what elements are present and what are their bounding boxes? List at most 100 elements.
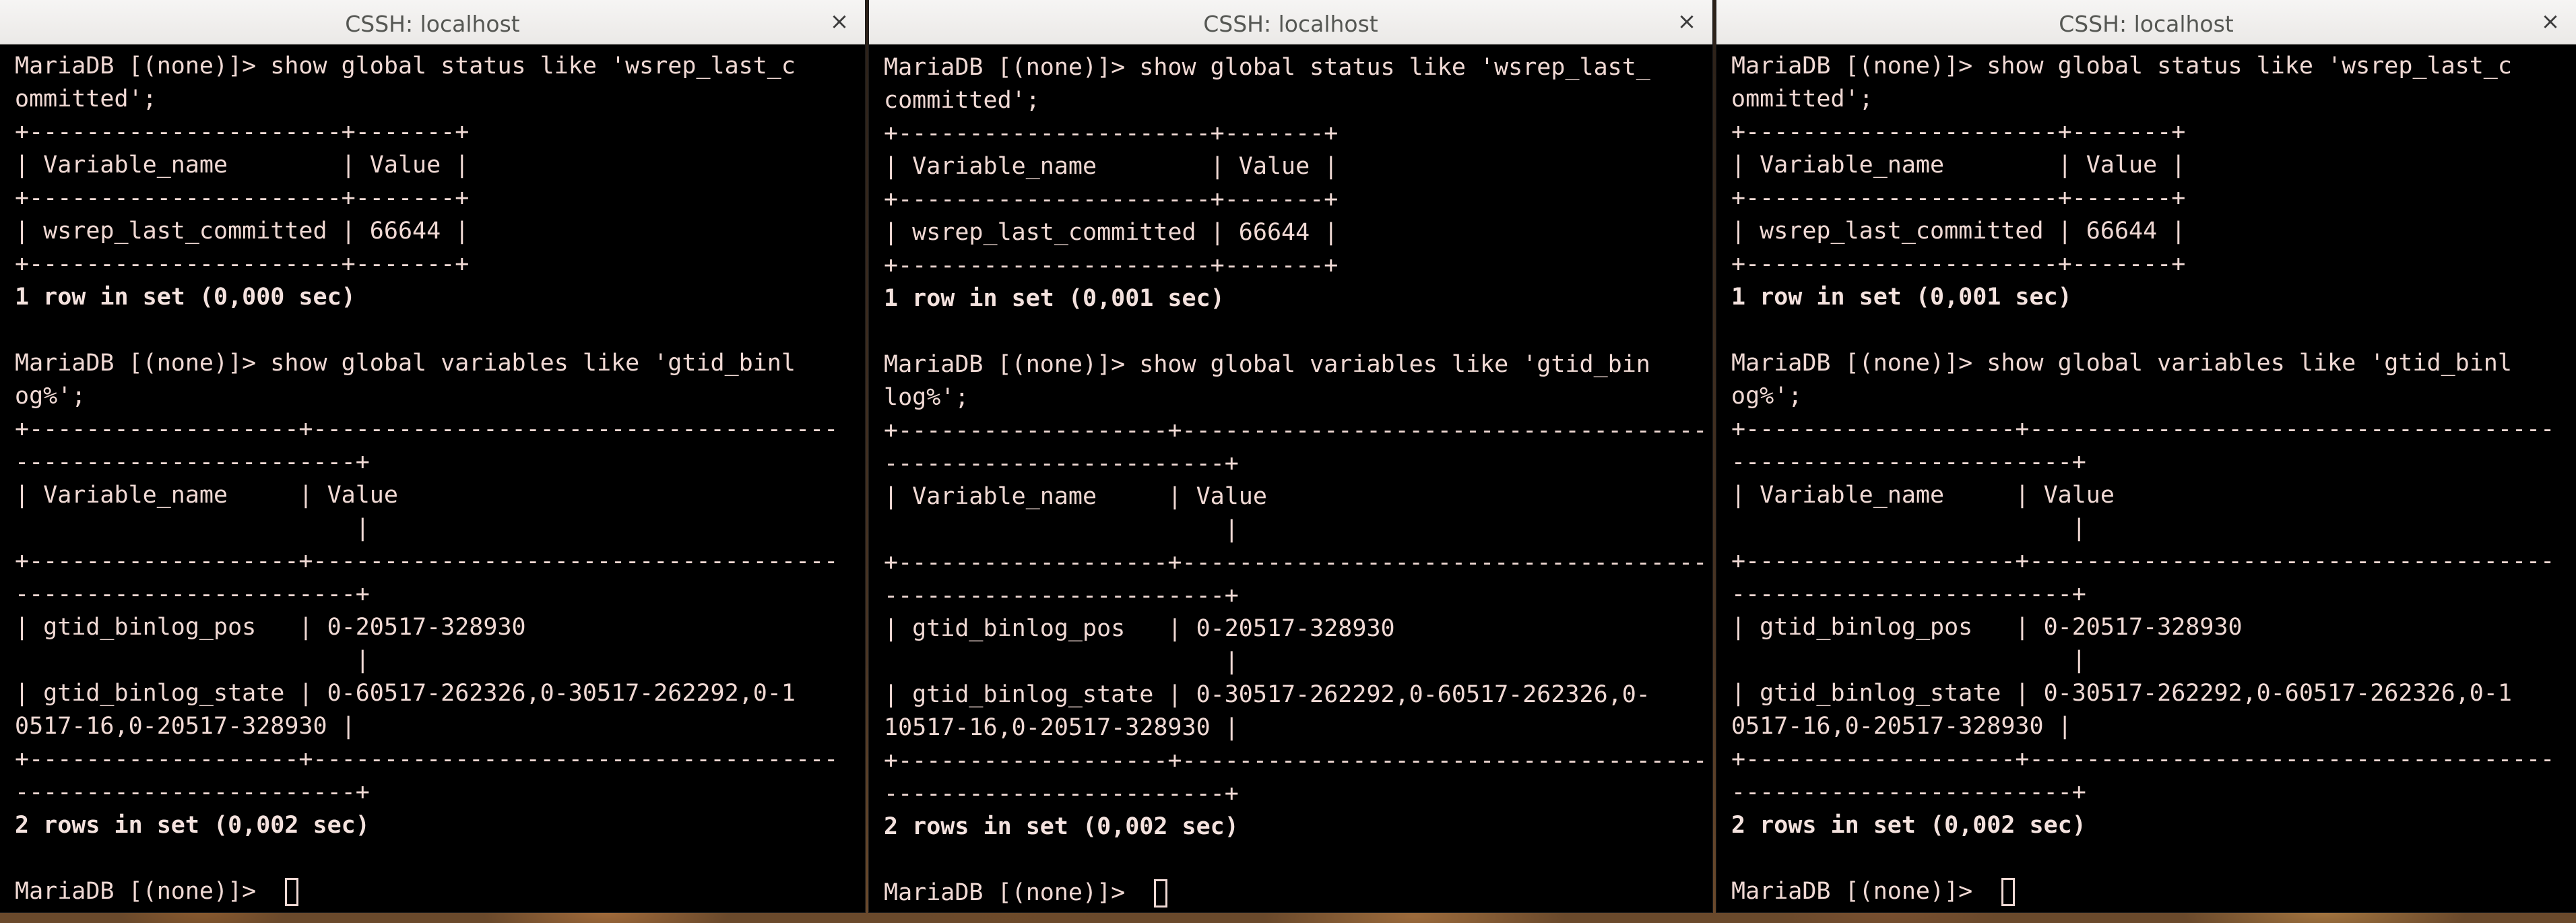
- terminal-line: | gtid_binlog_state | 0-30517-262292,0-6…: [1731, 680, 2512, 707]
- terminal-line: | gtid_binlog_pos | 0-20517-328930: [1731, 614, 2243, 641]
- terminal-output[interactable]: MariaDB [(none)]> show global status lik…: [869, 46, 1712, 912]
- terminal-line: | Variable_name | Value |: [15, 152, 470, 179]
- terminal-lines: MariaDB [(none)]> show global status lik…: [884, 51, 1712, 877]
- terminal-line: |: [1731, 647, 2086, 674]
- terminal-line: +-------------------+-------------------…: [884, 549, 1708, 576]
- terminal-line: committed';: [884, 87, 1040, 114]
- window-title: CSSH: localhost: [1203, 11, 1378, 37]
- terminal-line: og%';: [15, 383, 86, 410]
- terminal-line: | wsrep_last_committed | 66644 |: [1731, 218, 2186, 245]
- terminal-line: +----------------------+-------+: [884, 120, 1339, 147]
- terminal-window-3[interactable]: CSSH: localhost × MariaDB [(none)]> show…: [1716, 0, 2576, 912]
- terminal-line: +----------------------+-------+: [15, 251, 470, 278]
- terminal-line: |: [884, 648, 1239, 675]
- terminal-line: ------------------------+: [884, 450, 1239, 477]
- terminal-line: |: [1731, 515, 2086, 542]
- terminal-line: +-------------------+-------------------…: [15, 416, 839, 443]
- shell-prompt: MariaDB [(none)]>: [884, 879, 1140, 906]
- terminal-window-1[interactable]: CSSH: localhost × MariaDB [(none)]> show…: [0, 0, 865, 912]
- terminal-line: MariaDB [(none)]> show global status lik…: [884, 54, 1650, 81]
- terminal-line: +-------------------+-------------------…: [1731, 746, 2555, 773]
- terminal-line: | Variable_name | Value |: [1731, 152, 2186, 179]
- terminal-line: +-------------------+-------------------…: [1731, 548, 2555, 575]
- window-titlebar[interactable]: CSSH: localhost ×: [0, 0, 865, 44]
- terminal-cursor: [2001, 877, 2016, 906]
- terminal-line: ------------------------+: [1731, 449, 2086, 476]
- terminal-line: | gtid_binlog_state | 0-60517-262326,0-3…: [15, 680, 796, 707]
- terminal-line: | Variable_name | Value: [1731, 482, 2115, 509]
- terminal-line: +----------------------+-------+: [1731, 251, 2186, 278]
- terminal-line: MariaDB [(none)]> show global variables …: [15, 350, 796, 377]
- terminal-line: +----------------------+-------+: [1731, 185, 2186, 212]
- prompt-line[interactable]: MariaDB [(none)]>: [884, 877, 1712, 910]
- close-icon[interactable]: ×: [825, 7, 854, 36]
- terminal-lines: MariaDB [(none)]> show global status lik…: [1731, 50, 2576, 875]
- terminal-line: ------------------------+: [15, 779, 370, 806]
- terminal-line: +----------------------+-------+: [884, 186, 1339, 213]
- terminal-line: ------------------------+: [15, 581, 370, 608]
- terminal-output[interactable]: MariaDB [(none)]> show global status lik…: [1716, 44, 2576, 912]
- terminal-line: +-------------------+-------------------…: [1731, 416, 2555, 443]
- close-icon[interactable]: ×: [1672, 7, 1702, 36]
- prompt-line[interactable]: MariaDB [(none)]>: [1731, 875, 2576, 908]
- prompt-line[interactable]: MariaDB [(none)]>: [15, 875, 865, 908]
- terminal-line: +----------------------+-------+: [15, 119, 470, 146]
- terminal-line: +-------------------+-------------------…: [15, 746, 839, 773]
- terminal-line: | Variable_name | Value: [884, 483, 1267, 510]
- terminal-line: +----------------------+-------+: [884, 252, 1339, 279]
- terminal-line: |: [15, 515, 370, 542]
- terminal-line: ------------------------+: [15, 449, 370, 476]
- terminal-line: ------------------------+: [1731, 779, 2086, 806]
- terminal-line: ------------------------+: [884, 780, 1239, 807]
- terminal-line: MariaDB [(none)]> show global variables …: [884, 351, 1650, 378]
- close-icon[interactable]: ×: [2536, 7, 2565, 36]
- terminal-line: 10517-16,0-20517-328930 |: [884, 714, 1239, 741]
- terminal-line: | gtid_binlog_pos | 0-20517-328930: [884, 615, 1395, 642]
- terminal-line: | Variable_name | Value: [15, 482, 398, 509]
- terminal-output[interactable]: MariaDB [(none)]> show global status lik…: [0, 44, 865, 912]
- result-summary-line: 2 rows in set (0,002 sec): [884, 813, 1239, 840]
- terminal-line: og%';: [1731, 383, 1803, 410]
- terminal-line: MariaDB [(none)]> show global variables …: [1731, 350, 2512, 377]
- window-title: CSSH: localhost: [2059, 11, 2234, 37]
- terminal-line: log%';: [884, 384, 969, 411]
- terminal-line: +----------------------+-------+: [15, 185, 470, 212]
- terminal-cursor: [285, 877, 299, 906]
- window-titlebar[interactable]: CSSH: localhost ×: [869, 0, 1712, 44]
- terminal-line: ommitted';: [15, 86, 157, 113]
- terminal-line: 0517-16,0-20517-328930 |: [1731, 713, 2072, 740]
- window-title: CSSH: localhost: [345, 11, 520, 37]
- terminal-line: +-------------------+-------------------…: [884, 417, 1708, 444]
- result-summary-line: 2 rows in set (0,002 sec): [15, 812, 370, 839]
- terminal-line: | wsrep_last_committed | 66644 |: [884, 219, 1339, 246]
- terminal-line: | wsrep_last_committed | 66644 |: [15, 218, 470, 245]
- terminal-line: ommitted';: [1731, 86, 1873, 113]
- terminal-line: +----------------------+-------+: [1731, 119, 2186, 146]
- terminal-line: | gtid_binlog_state | 0-30517-262292,0-6…: [884, 681, 1650, 708]
- terminal-line: |: [884, 516, 1239, 543]
- shell-prompt: MariaDB [(none)]>: [1731, 878, 1987, 905]
- terminal-line: +-------------------+-------------------…: [884, 747, 1708, 774]
- result-summary-line: 2 rows in set (0,002 sec): [1731, 812, 2086, 839]
- terminal-cursor: [1154, 879, 1168, 908]
- terminal-lines: MariaDB [(none)]> show global status lik…: [15, 50, 865, 875]
- terminal-line: MariaDB [(none)]> show global status lik…: [1731, 53, 2512, 79]
- window-titlebar[interactable]: CSSH: localhost ×: [1716, 0, 2576, 44]
- terminal-line: ------------------------+: [1731, 581, 2086, 608]
- terminal-line: | gtid_binlog_pos | 0-20517-328930: [15, 614, 526, 641]
- terminal-line: MariaDB [(none)]> show global status lik…: [15, 53, 796, 79]
- terminal-line: ------------------------+: [884, 582, 1239, 609]
- result-summary-line: 1 row in set (0,000 sec): [15, 284, 356, 311]
- terminal-window-2[interactable]: CSSH: localhost × MariaDB [(none)]> show…: [869, 0, 1712, 912]
- terminal-line: | Variable_name | Value |: [884, 153, 1339, 180]
- terminal-line: 0517-16,0-20517-328930 |: [15, 713, 356, 740]
- result-summary-line: 1 row in set (0,001 sec): [884, 285, 1225, 312]
- terminal-line: +-------------------+-------------------…: [15, 548, 839, 575]
- shell-prompt: MariaDB [(none)]>: [15, 878, 271, 905]
